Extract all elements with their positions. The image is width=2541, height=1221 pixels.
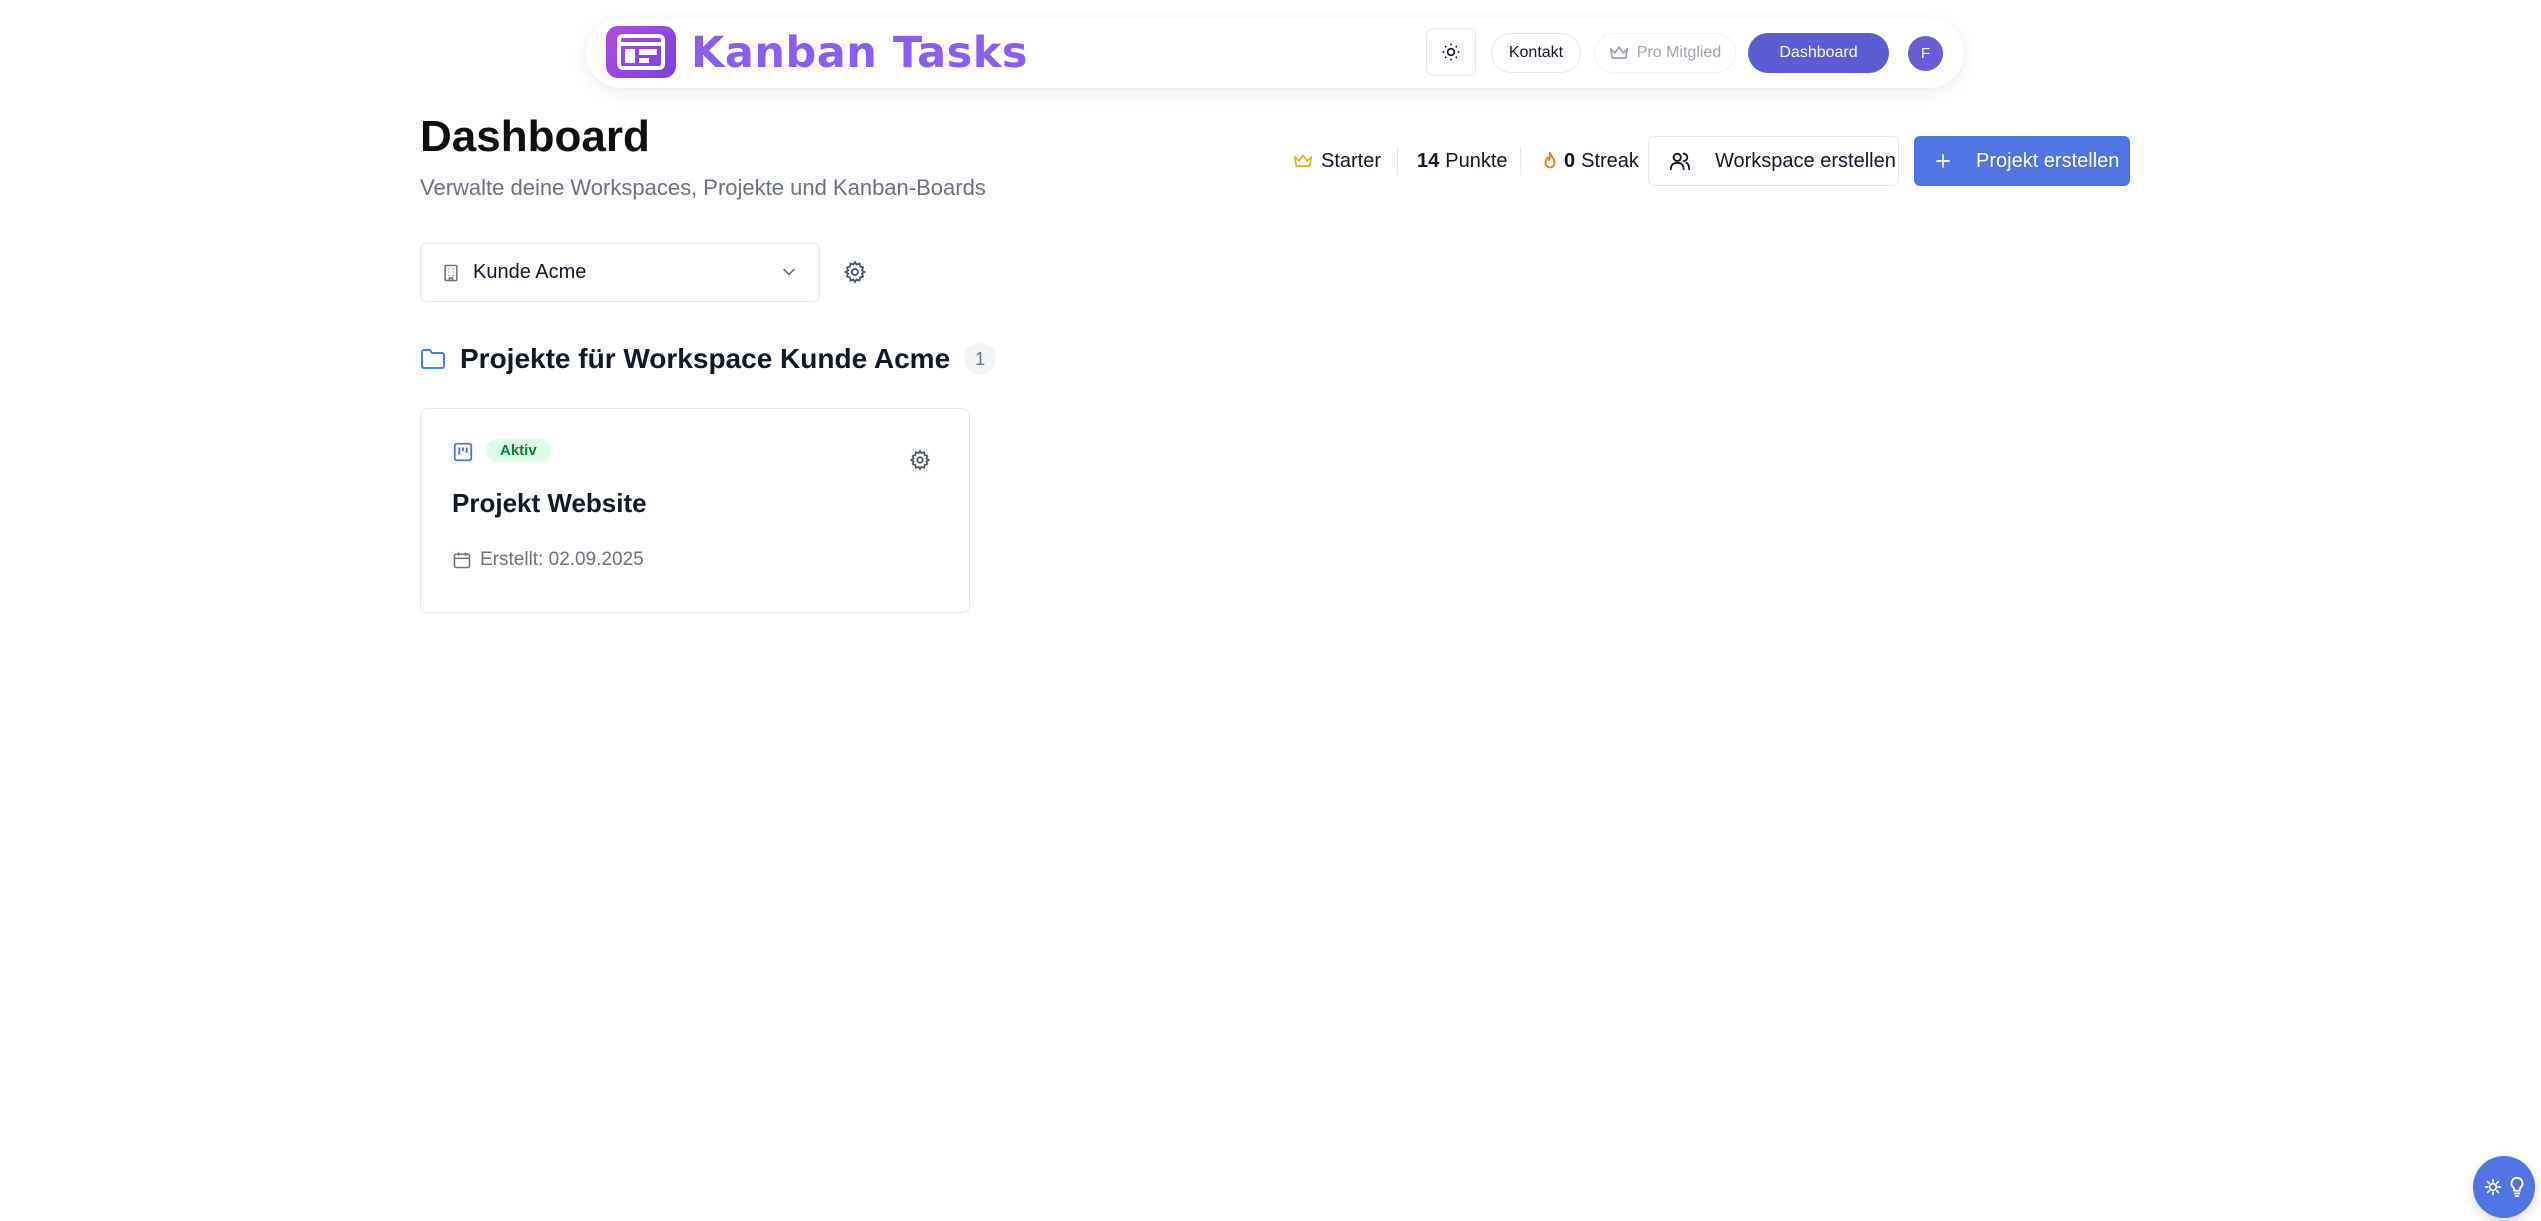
- project-name[interactable]: Projekt Website: [452, 488, 647, 519]
- floating-help-button[interactable]: [2473, 1156, 2535, 1218]
- points-indicator: 14 Punkte: [1417, 137, 1508, 185]
- top-navbar: Kanban Tasks Kontakt Pro Mitglied Dashbo…: [586, 18, 1964, 88]
- nav-dashboard-button[interactable]: Dashboard: [1748, 33, 1889, 73]
- streak-indicator: 0 Streak: [1542, 137, 1639, 185]
- create-project-label: Projekt erstellen: [1976, 149, 2120, 172]
- points-label: Punkte: [1445, 149, 1508, 172]
- brand-name[interactable]: Kanban Tasks: [691, 28, 1028, 78]
- tier-indicator: Starter: [1293, 137, 1381, 185]
- project-created-date: Erstellt: 02.09.2025: [452, 549, 644, 571]
- streak-value: 0: [1564, 149, 1576, 172]
- bug-icon: [2484, 1178, 2502, 1196]
- create-workspace-label: Workspace erstellen: [1715, 149, 1896, 172]
- nav-pro-label: Pro Mitglied: [1636, 44, 1722, 61]
- page-title: Dashboard: [420, 112, 650, 161]
- workspace-select[interactable]: Kunde Acme: [420, 243, 820, 302]
- nav-kontakt-button[interactable]: Kontakt: [1491, 33, 1581, 73]
- nav-pro-member-button[interactable]: Pro Mitglied: [1594, 33, 1736, 73]
- points-value: 14: [1417, 149, 1440, 172]
- sun-icon: [1442, 43, 1460, 61]
- workspace-select-value: Kunde Acme: [473, 261, 587, 283]
- page-subtitle: Verwalte deine Workspaces, Projekte und …: [420, 175, 986, 200]
- plus-icon: [1936, 154, 1950, 168]
- project-count-badge: 1: [964, 343, 997, 375]
- status-badge: Aktiv: [486, 439, 551, 462]
- folder-icon: [421, 349, 445, 369]
- project-created-label: Erstellt: 02.09.2025: [480, 549, 644, 570]
- lightbulb-icon: [2510, 1176, 2524, 1198]
- project-card[interactable]: Aktiv Projekt Website Erstellt: 02.09.20…: [420, 408, 970, 613]
- theme-toggle-button[interactable]: [1426, 28, 1476, 76]
- calendar-icon: [453, 552, 471, 569]
- user-avatar[interactable]: F: [1908, 36, 1943, 71]
- projects-section-header: Projekte für Workspace Kunde Acme 1: [420, 343, 997, 375]
- projects-section-title: Projekte für Workspace Kunde Acme: [460, 343, 951, 374]
- chevron-down-icon: [783, 268, 795, 276]
- tier-label: Starter: [1321, 149, 1382, 172]
- crown-icon: [1609, 46, 1628, 59]
- crown-icon: [1293, 154, 1313, 167]
- create-workspace-button[interactable]: Workspace erstellen: [1648, 136, 1899, 186]
- kanban-logo-icon[interactable]: [606, 26, 676, 78]
- divider: [1397, 147, 1398, 175]
- streak-label: Streak: [1581, 149, 1639, 172]
- project-settings-gear-icon[interactable]: [909, 449, 931, 471]
- kanban-board-icon: [453, 442, 473, 462]
- building-icon: [444, 264, 458, 281]
- users-icon: [1669, 152, 1691, 171]
- divider: [1520, 147, 1521, 175]
- flame-icon: [1544, 151, 1556, 169]
- workspace-settings-gear-icon[interactable]: [843, 260, 867, 284]
- create-project-button[interactable]: Projekt erstellen: [1914, 136, 2130, 186]
